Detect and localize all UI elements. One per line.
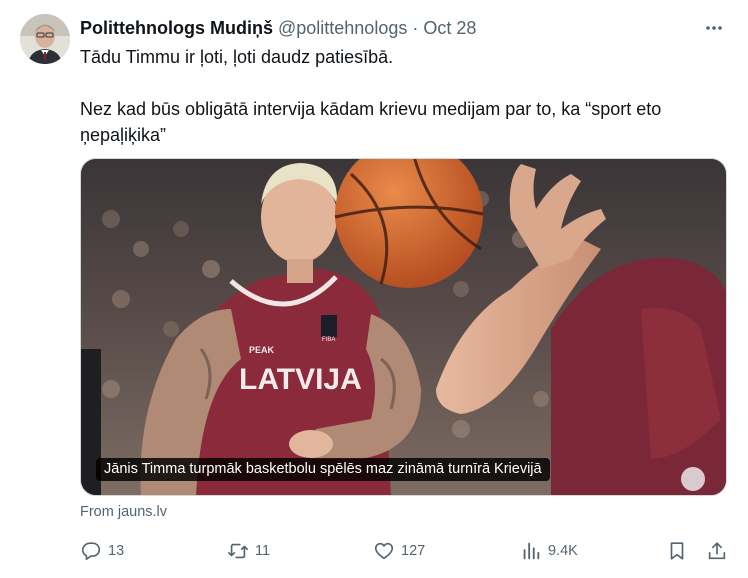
tweet-text-line: Tādu Timmu ir ļoti, ļoti daudz patiesībā… <box>80 47 394 67</box>
bar-chart-icon <box>523 542 540 560</box>
share-button[interactable] <box>706 538 728 564</box>
jersey-text: LATVIJA <box>239 363 362 396</box>
share-upload-icon <box>708 542 726 560</box>
like-button[interactable]: 127 <box>373 538 425 564</box>
tweet-header: Polittehnologs Mudiņš @polittehnologs · … <box>80 16 728 40</box>
like-count: 127 <box>401 543 426 559</box>
tweet-card[interactable]: Polittehnologs Mudiņš @polittehnologs · … <box>0 0 748 578</box>
avatar-portrait <box>20 14 70 64</box>
header-separator: · <box>412 17 419 38</box>
tweet-text: Tādu Timmu ir ļoti, ļoti daudz patiesībā… <box>80 44 730 148</box>
tweet-text-line: Nez kad būs obligātā intervija kādam kri… <box>80 99 662 119</box>
more-button[interactable] <box>700 16 728 40</box>
reply-bubble-icon <box>81 542 101 561</box>
display-name[interactable]: Polittehnologs Mudiņš <box>80 18 273 39</box>
views-button[interactable]: 9.4K <box>520 538 578 564</box>
heart-icon <box>374 542 394 560</box>
repost-button[interactable]: 11 <box>227 538 270 564</box>
reply-count: 13 <box>108 543 125 559</box>
tweet-text-line: ņepaļiķika” <box>80 125 167 145</box>
user-handle[interactable]: @polittehnologs <box>278 18 407 39</box>
avatar[interactable] <box>20 14 70 64</box>
media-caption: Jānis Timma turpmāk basketbolu spēlēs ma… <box>96 458 550 481</box>
bookmark-icon <box>670 542 684 560</box>
more-dots-icon <box>706 26 722 30</box>
action-bar: 13 11 127 9.4K <box>80 538 730 564</box>
repost-count: 11 <box>255 543 271 559</box>
repost-arrows-icon <box>228 543 248 559</box>
link-source[interactable]: From jauns.lv <box>80 504 167 520</box>
views-count: 9.4K <box>548 543 578 559</box>
link-card-image[interactable]: LATVIJA PEAK FIBA Jānis Timma turpmāk ba… <box>80 158 727 496</box>
jersey-brand: PEAK <box>249 345 275 355</box>
reply-button[interactable]: 13 <box>80 538 124 564</box>
basketball-photo: LATVIJA PEAK FIBA <box>81 159 726 495</box>
bookmark-button[interactable] <box>666 538 688 564</box>
jersey-patch: FIBA <box>322 337 335 343</box>
tweet-date[interactable]: Oct 28 <box>423 18 476 39</box>
